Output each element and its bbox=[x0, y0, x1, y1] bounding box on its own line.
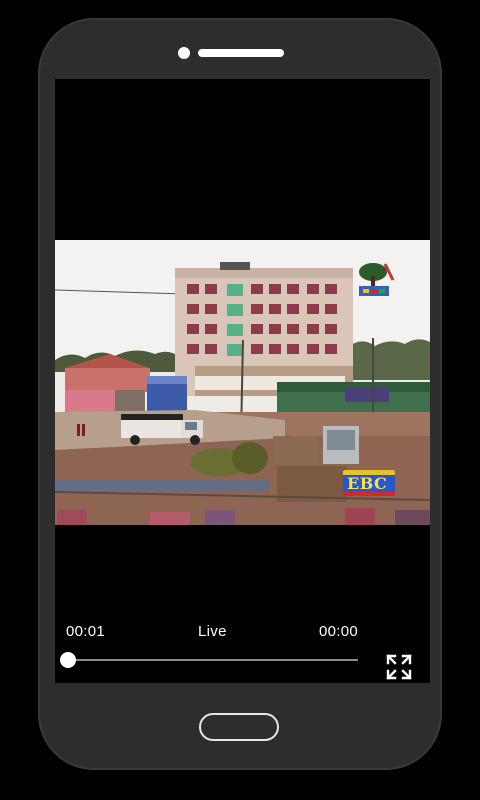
seek-bar[interactable] bbox=[68, 659, 358, 661]
screen: EBC 00:01 Live 00:00 bbox=[55, 79, 430, 683]
ebc-tree-watermark bbox=[359, 263, 395, 296]
ebc-channel-logo: EBC bbox=[343, 470, 395, 496]
front-camera bbox=[178, 47, 190, 59]
home-button[interactable] bbox=[199, 713, 279, 741]
channel-logo-text: EBC bbox=[347, 474, 388, 493]
current-time: 00:01 bbox=[66, 623, 106, 640]
total-duration: 00:00 bbox=[319, 623, 359, 640]
video-player-frame[interactable]: EBC bbox=[55, 240, 430, 525]
fullscreen-expand-icon bbox=[386, 654, 412, 680]
earpiece-speaker bbox=[198, 49, 284, 57]
seek-thumb[interactable] bbox=[60, 652, 76, 668]
fullscreen-button[interactable] bbox=[386, 654, 412, 680]
live-indicator: Live bbox=[198, 623, 227, 640]
phone-frame: EBC 00:01 Live 00:00 bbox=[38, 18, 442, 770]
